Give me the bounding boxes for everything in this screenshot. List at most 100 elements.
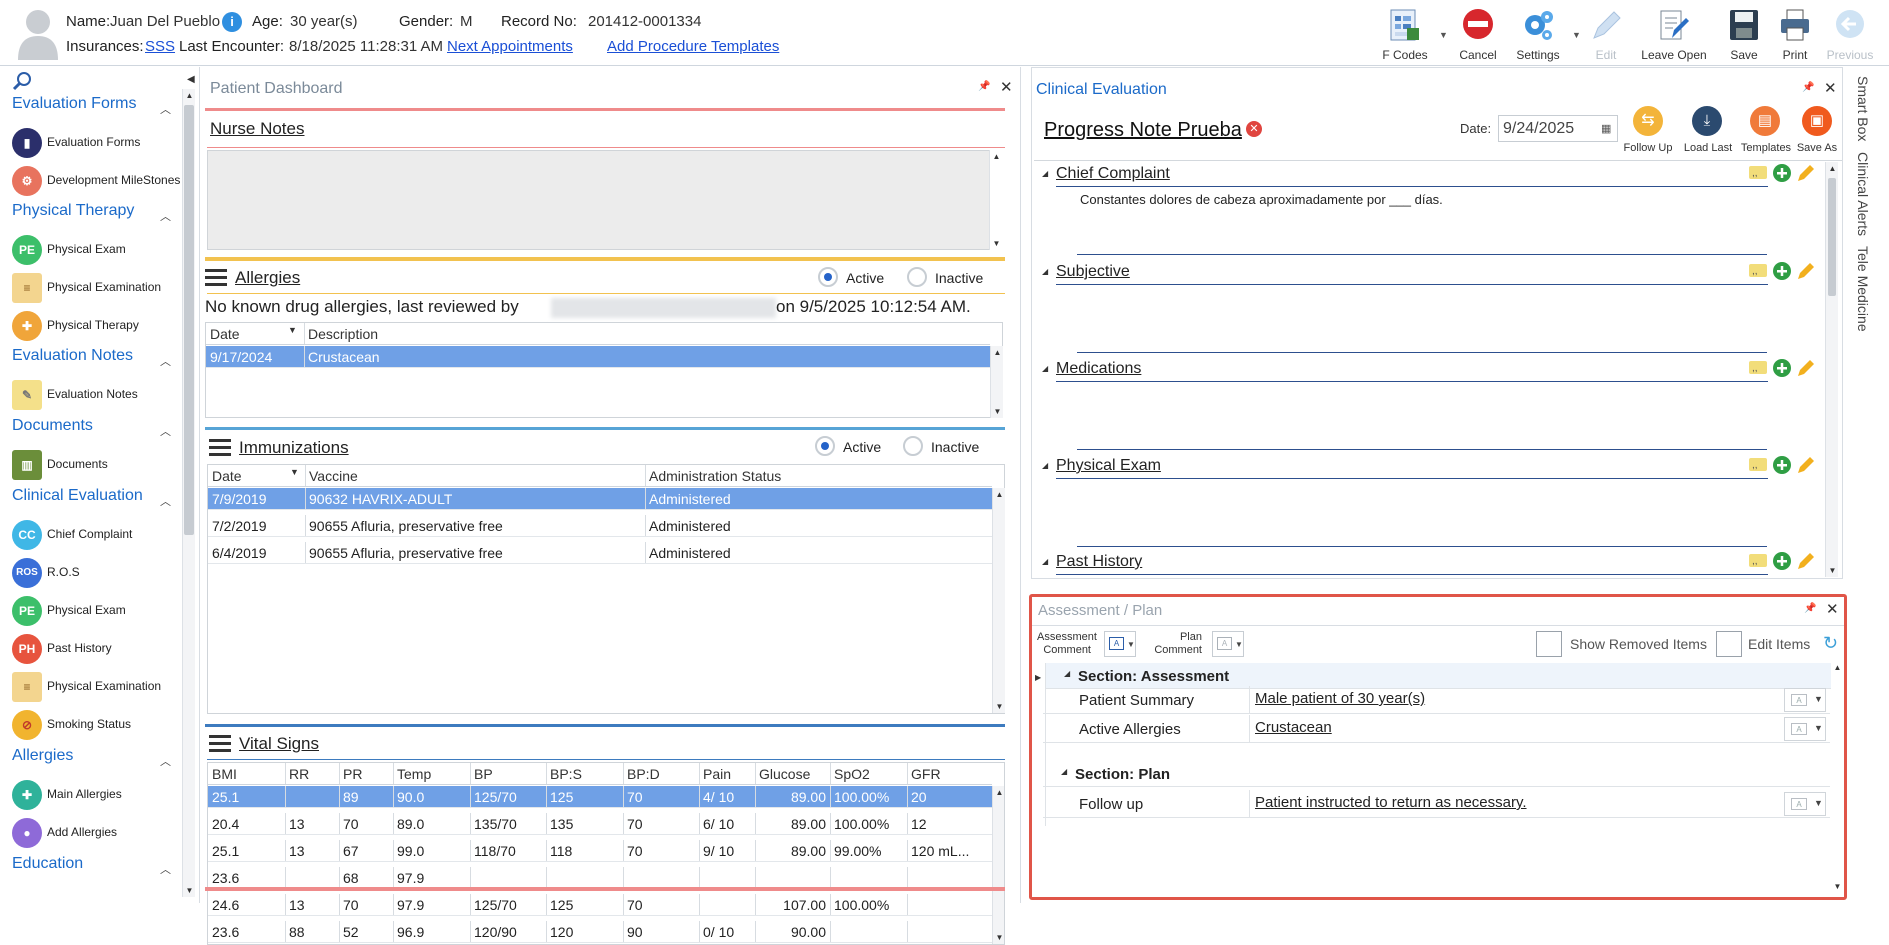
table-row[interactable]: 9/17/2024 Crustacean xyxy=(206,346,990,368)
assessment-row-active-allergies[interactable]: Active Allergies Crustacean A ▼ xyxy=(1043,715,1830,743)
scroll-down-icon[interactable]: ▼ xyxy=(992,239,1001,248)
table-row[interactable]: 7/9/2019 90632 HAVRIX-ADULT Administered xyxy=(208,488,992,510)
column-header-date[interactable]: Date xyxy=(212,468,242,484)
scroll-thumb[interactable] xyxy=(1828,178,1836,296)
scroll-up-icon[interactable]: ▲ xyxy=(995,490,1004,499)
templates-button[interactable]: ▤ Templates xyxy=(1738,106,1792,156)
collapse-triangle-icon[interactable]: ◢ xyxy=(1064,669,1070,678)
pencil-icon[interactable] xyxy=(1796,358,1816,378)
scroll-down-icon[interactable]: ▼ xyxy=(185,886,194,895)
add-procedure-templates-link[interactable]: Add Procedure Templates xyxy=(607,38,779,55)
remove-note-icon[interactable]: ✕ xyxy=(1246,121,1262,137)
chevron-up-icon[interactable]: ︿ xyxy=(160,208,171,224)
scroll-up-icon[interactable]: ▲ xyxy=(993,348,1002,357)
tab-smart-box[interactable]: Smart Box xyxy=(1855,76,1871,141)
settings-button[interactable]: Settings xyxy=(1510,6,1566,62)
close-icon[interactable]: ✕ xyxy=(1826,600,1839,618)
edit-button[interactable]: Edit xyxy=(1578,6,1634,62)
cancel-button[interactable]: Cancel xyxy=(1450,6,1506,62)
scroll-down-icon[interactable]: ▼ xyxy=(1828,566,1837,575)
scroll-up-icon[interactable]: ▲ xyxy=(995,788,1004,797)
table-row[interactable]: 23.6 68 97.9 xyxy=(208,867,992,889)
allergies-inactive-radio[interactable] xyxy=(907,267,927,287)
column-header-spo2[interactable]: SpO2 xyxy=(834,766,870,782)
assessment-comment-dropdown[interactable]: A ▼ xyxy=(1104,631,1136,657)
tab-tele-medicine[interactable]: Tele Medicine xyxy=(1855,246,1871,332)
clinical-eval-scrollbar[interactable]: ▲ ▼ xyxy=(1825,162,1838,577)
column-header-pr[interactable]: PR xyxy=(343,766,362,782)
column-header-bp[interactable]: BP xyxy=(474,766,493,782)
section-plan-header[interactable]: ◢ Section: Plan xyxy=(1043,761,1830,787)
edit-items-checkbox[interactable] xyxy=(1716,631,1742,657)
info-icon[interactable]: i xyxy=(222,12,242,32)
chevron-up-icon[interactable]: ︿ xyxy=(160,861,171,877)
plan-row-follow-up[interactable]: Follow up Patient instructed to return a… xyxy=(1043,790,1830,818)
scroll-up-icon[interactable]: ▲ xyxy=(1828,164,1837,173)
table-row[interactable]: 7/2/2019 90655 Afluria, preservative fre… xyxy=(208,515,992,537)
allergies-active-radio[interactable] xyxy=(818,267,838,287)
load-last-button[interactable]: ⤓ Load Last xyxy=(1680,106,1734,156)
comment-format-dropdown[interactable]: A ▼ xyxy=(1784,792,1826,816)
expand-triangle-icon[interactable]: ◢ xyxy=(1042,557,1048,566)
add-icon[interactable] xyxy=(1772,358,1792,378)
column-header-bmi[interactable]: BMI xyxy=(212,766,237,782)
table-row[interactable]: 20.4 13 70 89.0 135/70 135 70 6/ 10 89.00 100.00%… xyxy=(208,813,992,835)
sidebar-group-evaluation-notes[interactable]: Evaluation Notes xyxy=(12,347,133,365)
table-row[interactable]: 23.6 88 52 96.9 120/90 120 90 0/ 10 90.00 xyxy=(208,921,992,943)
next-appointments-link[interactable]: Next Appointments xyxy=(447,38,573,55)
follow-up-button[interactable]: ⇆ Follow Up xyxy=(1620,106,1674,156)
nurse-notes-textarea[interactable] xyxy=(207,150,1002,250)
table-row[interactable]: 6/4/2019 90655 Afluria, preservative fre… xyxy=(208,542,992,564)
pencil-icon[interactable] xyxy=(1796,163,1816,183)
scroll-up-icon[interactable]: ▲ xyxy=(185,91,194,100)
search-icon[interactable] xyxy=(12,71,32,91)
plan-comment-dropdown[interactable]: A ▼ xyxy=(1212,631,1244,657)
fcodes-button[interactable]: F Codes xyxy=(1377,6,1433,62)
sidebar-item-chief-complaint[interactable]: CC Chief Complaint xyxy=(10,518,185,550)
sidebar-scrollbar[interactable]: ▲ ▼ xyxy=(182,89,195,897)
chevron-up-icon[interactable]: ︿ xyxy=(160,101,171,117)
column-header-rr[interactable]: RR xyxy=(289,766,309,782)
expand-triangle-icon[interactable]: ◢ xyxy=(1042,267,1048,276)
chevron-up-icon[interactable]: ︿ xyxy=(160,493,171,509)
sidebar-item-development-milestones[interactable]: ⚙ Development MileStones xyxy=(10,164,185,196)
sidebar-item-ros[interactable]: ROS R.O.S xyxy=(10,556,185,588)
section-text[interactable]: Constantes dolores de cabeza aproximadam… xyxy=(1080,192,1443,207)
quote-icon[interactable]: ,, xyxy=(1748,455,1768,475)
vital-signs-scrollbar[interactable]: ▲ ▼ xyxy=(992,786,1004,944)
column-header-temp[interactable]: Temp xyxy=(397,766,431,782)
show-removed-items-checkbox[interactable] xyxy=(1536,631,1562,657)
sidebar-item-physical-therapy[interactable]: ✚ Physical Therapy xyxy=(10,309,185,341)
scroll-down-icon[interactable]: ▼ xyxy=(1833,882,1842,891)
sidebar-group-physical-therapy[interactable]: Physical Therapy xyxy=(12,202,134,220)
comment-format-dropdown[interactable]: A ▼ xyxy=(1784,688,1826,712)
scroll-down-icon[interactable]: ▼ xyxy=(995,933,1004,942)
sidebar-group-evaluation-forms[interactable]: Evaluation Forms xyxy=(12,95,137,113)
scroll-down-icon[interactable]: ▼ xyxy=(995,702,1004,711)
close-icon[interactable]: ✕ xyxy=(1824,79,1837,97)
comment-format-dropdown[interactable]: A ▼ xyxy=(1784,717,1826,741)
sidebar-group-allergies[interactable]: Allergies xyxy=(12,747,73,765)
scroll-up-icon[interactable]: ▲ xyxy=(1833,663,1842,672)
sort-icon[interactable]: ▼ xyxy=(288,325,297,335)
assessment-row-patient-summary[interactable]: Patient Summary Male patient of 30 year(… xyxy=(1043,686,1830,714)
sidebar-item-main-allergies[interactable]: ✚ Main Allergies xyxy=(10,778,185,810)
column-header-bpd[interactable]: BP:D xyxy=(627,766,660,782)
table-row[interactable]: 25.1 13 67 99.0 118/70 118 70 9/ 10 89.00 99.00% 1… xyxy=(208,840,992,862)
note-title[interactable]: Progress Note Prueba xyxy=(1044,119,1242,142)
sidebar-item-smoking-status[interactable]: ⊘ Smoking Status xyxy=(10,708,185,740)
expand-triangle-icon[interactable]: ◢ xyxy=(1042,461,1048,470)
previous-button[interactable]: Previous xyxy=(1822,6,1878,62)
column-header-vaccine[interactable]: Vaccine xyxy=(309,468,358,484)
menu-icon[interactable] xyxy=(205,269,227,287)
sidebar-group-clinical-evaluation[interactable]: Clinical Evaluation xyxy=(12,487,143,505)
menu-icon[interactable] xyxy=(209,439,231,457)
sidebar-item-evaluation-forms[interactable]: ▮ Evaluation Forms xyxy=(10,126,185,158)
save-as-button[interactable]: ▣ Save As xyxy=(1792,106,1842,156)
date-field[interactable]: 9/24/2025 ▦ xyxy=(1498,115,1618,142)
sidebar-group-education[interactable]: Education xyxy=(12,855,83,873)
sidebar-item-evaluation-notes[interactable]: ✎ Evaluation Notes xyxy=(10,378,185,410)
scroll-thumb[interactable] xyxy=(184,105,194,535)
add-icon[interactable] xyxy=(1772,163,1792,183)
leave-open-button[interactable]: Leave Open xyxy=(1641,6,1707,62)
